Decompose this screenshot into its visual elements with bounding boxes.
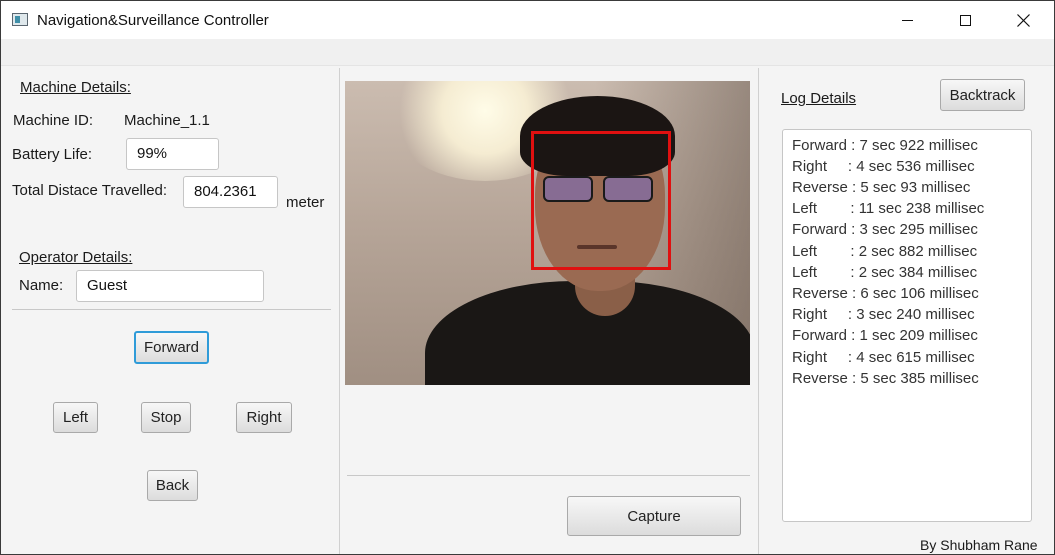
- log-entry: Reverse : 6 sec 106 millisec: [792, 285, 979, 302]
- machine-details-heading: Machine Details:: [20, 79, 131, 96]
- maximize-icon: [959, 14, 971, 26]
- log-entry: Forward : 1 sec 209 millisec: [792, 327, 978, 344]
- close-icon: [1016, 13, 1030, 27]
- log-list[interactable]: Forward : 7 sec 922 millisec Right : 4 s…: [782, 129, 1032, 522]
- stop-button[interactable]: Stop: [141, 402, 191, 433]
- minimize-icon: [901, 19, 913, 21]
- right-button[interactable]: Right: [236, 402, 292, 433]
- log-entry: Right : 4 sec 615 millisec: [792, 349, 975, 366]
- distance-label: Total Distace Travelled:: [12, 182, 168, 199]
- left-panel-divider: [339, 68, 340, 554]
- battery-life-field[interactable]: 99%: [126, 138, 219, 170]
- log-entry: Reverse : 5 sec 385 millisec: [792, 370, 979, 387]
- author-credit: By Shubham Rane: [920, 537, 1038, 553]
- title-bar: Navigation&Surveillance Controller: [1, 1, 1054, 39]
- back-button[interactable]: Back: [147, 470, 198, 501]
- right-panel-divider: [758, 68, 759, 554]
- operator-name-field[interactable]: Guest: [76, 270, 264, 302]
- log-entry: Forward : 3 sec 295 millisec: [792, 221, 978, 238]
- close-button[interactable]: [994, 1, 1052, 39]
- log-entry: Forward : 7 sec 922 millisec: [792, 137, 978, 154]
- battery-life-label: Battery Life:: [12, 146, 93, 163]
- distance-field[interactable]: 804.2361: [183, 176, 278, 208]
- minimize-button[interactable]: [878, 1, 936, 39]
- log-entry: Left : 2 sec 882 millisec: [792, 243, 978, 260]
- log-entry: Right : 4 sec 536 millisec: [792, 158, 975, 175]
- face-detection-box: [531, 131, 671, 270]
- app-window: Navigation&Surveillance Controller Machi…: [0, 0, 1055, 555]
- log-details-heading: Log Details: [781, 90, 857, 107]
- menu-strip: [1, 39, 1054, 66]
- machine-id-value: Machine_1.1: [124, 112, 210, 129]
- log-entry: Right : 3 sec 240 millisec: [792, 306, 975, 323]
- center-separator: [347, 475, 750, 476]
- backtrack-button[interactable]: Backtrack: [940, 79, 1025, 111]
- left-separator: [12, 309, 331, 310]
- log-entry: Left : 2 sec 384 millisec: [792, 264, 978, 281]
- machine-id-label: Machine ID:: [13, 112, 94, 129]
- left-button[interactable]: Left: [53, 402, 98, 433]
- app-window-icon: [12, 13, 28, 26]
- log-entry: Left : 11 sec 238 millisec: [792, 200, 985, 217]
- operator-name-label: Name:: [19, 277, 64, 294]
- distance-unit: meter: [286, 194, 325, 211]
- window-title: Navigation&Surveillance Controller: [37, 12, 269, 29]
- capture-button[interactable]: Capture: [567, 496, 741, 536]
- camera-feed: [345, 81, 750, 385]
- operator-details-heading: Operator Details:: [19, 249, 133, 266]
- log-entry: Reverse : 5 sec 93 millisec: [792, 179, 971, 196]
- maximize-button[interactable]: [936, 1, 994, 39]
- forward-button[interactable]: Forward: [134, 331, 209, 364]
